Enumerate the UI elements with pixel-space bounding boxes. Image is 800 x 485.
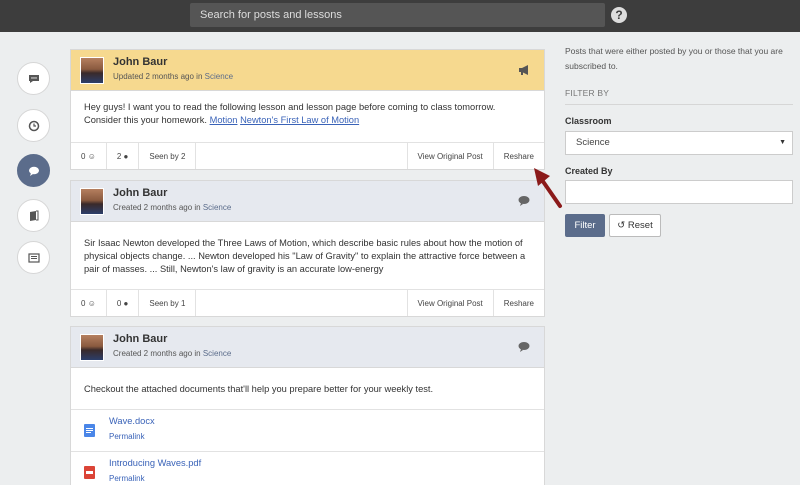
post-meta: Created 2 months ago in Science (113, 203, 231, 212)
post-author[interactable]: John Baur (113, 187, 167, 199)
post-meta: Created 2 months ago in Science (113, 349, 231, 358)
post-header: John Baur Updated 2 months ago in Scienc… (71, 50, 544, 91)
filter-title: FILTER BY (565, 88, 610, 98)
created-by-input[interactable] (565, 180, 793, 204)
post-header: John Baur Created 2 months ago in Scienc… (71, 181, 544, 222)
like-button[interactable]: 0 ☺ (71, 143, 107, 169)
post-body: Hey guys! I want you to read the followi… (71, 91, 544, 137)
smile-icon: ☺ (87, 298, 96, 308)
view-original-post-button[interactable]: View Original Post (408, 143, 494, 169)
megaphone-icon (519, 65, 528, 75)
permalink[interactable]: Permalink (109, 474, 145, 483)
pdf-icon (84, 466, 95, 479)
comment-button[interactable]: 2 ● (107, 143, 140, 169)
search-input[interactable]: Search for posts and lessons (190, 3, 605, 27)
filter-button[interactable]: Filter (565, 214, 605, 237)
post-author[interactable]: John Baur (113, 56, 167, 68)
comment-button[interactable]: 0 ● (107, 290, 140, 316)
avatar (80, 188, 104, 215)
classroom-select-value: Science (576, 137, 610, 148)
post-meta-text: Created 2 months ago in (113, 349, 201, 358)
lesson-link-motion[interactable]: Motion (210, 115, 238, 125)
post-header: John Baur Created 2 months ago in Scienc… (71, 327, 544, 368)
attachment-name[interactable]: Introducing Waves.pdf (109, 458, 201, 468)
post-footer: 0 ☺ 2 ● Seen by 2 View Original Post Res… (71, 142, 544, 169)
post-card: John Baur Created 2 months ago in Scienc… (70, 180, 545, 317)
post-meta: Updated 2 months ago in Science (113, 72, 233, 81)
post-classroom-link[interactable]: Science (203, 349, 231, 358)
avatar (80, 57, 104, 84)
sidebar-news-button[interactable] (17, 241, 50, 274)
permalink[interactable]: Permalink (109, 432, 145, 441)
footer-spacer (196, 290, 408, 316)
created-by-label: Created By (565, 166, 613, 176)
like-count: 0 (81, 298, 86, 308)
lesson-page-link[interactable]: Newton's First Law of Motion (240, 115, 359, 125)
reshare-button[interactable]: Reshare (494, 290, 544, 316)
annotation-arrow (534, 168, 562, 208)
post-card: John Baur Updated 2 months ago in Scienc… (70, 49, 545, 170)
doc-icon (84, 424, 95, 437)
post-meta-text: Created 2 months ago in (113, 203, 201, 212)
post-meta-text: Updated 2 months ago in (113, 72, 203, 81)
post-card: John Baur Created 2 months ago in Scienc… (70, 326, 545, 485)
like-count: 0 (81, 151, 86, 161)
classroom-label: Classroom (565, 116, 612, 126)
clock-icon (28, 120, 39, 131)
reset-icon: ↺ (617, 220, 626, 231)
attachment-name[interactable]: Wave.docx (109, 416, 155, 426)
post-body: Sir Isaac Newton developed the Three Law… (84, 238, 526, 274)
reset-button[interactable]: ↺ Reset (609, 214, 661, 237)
avatar (80, 334, 104, 361)
comment-icon (28, 166, 39, 176)
attachment-item[interactable]: Wave.docx Permalink (71, 409, 544, 451)
divider (565, 104, 793, 105)
view-original-post-button[interactable]: View Original Post (408, 290, 494, 316)
smile-icon: ☺ (87, 151, 96, 161)
sidebar-posts-button[interactable] (17, 62, 50, 95)
post-author[interactable]: John Baur (113, 333, 167, 345)
comment-icon: ● (123, 298, 129, 308)
sidebar-discussions-button[interactable] (17, 154, 50, 187)
comment-icon: ● (123, 151, 129, 161)
post-body: Checkout the attached documents that'll … (84, 384, 434, 394)
post-classroom-link[interactable]: Science (205, 72, 233, 81)
attachment-item[interactable]: Introducing Waves.pdf Permalink (71, 451, 544, 485)
comment-count: 0 (116, 298, 122, 308)
book-icon (29, 210, 38, 221)
filter-description: Posts that were either posted by you or … (565, 46, 783, 71)
comment-icon (518, 342, 530, 352)
sidebar-history-button[interactable] (17, 109, 50, 142)
comment-count: 2 (116, 151, 122, 161)
help-icon[interactable]: ? (611, 7, 627, 23)
chat-bubble-icon (28, 74, 39, 83)
seen-by[interactable]: Seen by 2 (139, 143, 197, 169)
sidebar-lessons-button[interactable] (17, 199, 50, 232)
seen-by[interactable]: Seen by 1 (139, 290, 197, 316)
footer-spacer (196, 143, 408, 169)
top-bar: Search for posts and lessons ? (0, 0, 800, 32)
newspaper-icon (27, 252, 40, 263)
classroom-select[interactable]: Science ▼ (565, 131, 793, 155)
post-classroom-link[interactable]: Science (203, 203, 231, 212)
chevron-down-icon: ▼ (779, 139, 786, 146)
post-footer: 0 ☺ 0 ● Seen by 1 View Original Post Res… (71, 289, 544, 316)
reset-label: Reset (627, 220, 653, 231)
like-button[interactable]: 0 ☺ (71, 290, 107, 316)
